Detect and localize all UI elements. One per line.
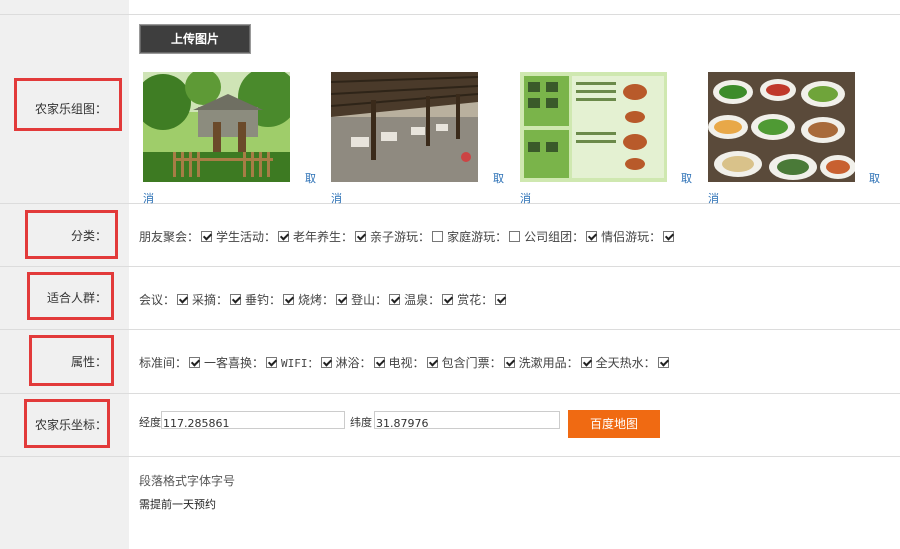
option-bbq: 烧烤： bbox=[298, 291, 348, 308]
option-flowers: 赏花： bbox=[457, 291, 507, 308]
checkbox[interactable] bbox=[586, 231, 598, 242]
cancel-photo-1[interactable]: 取 bbox=[305, 170, 316, 186]
highlight-box-audience bbox=[27, 272, 114, 320]
checkbox[interactable] bbox=[657, 357, 669, 368]
checkbox[interactable] bbox=[336, 294, 348, 305]
cancel-photo-1-cont[interactable]: 消 bbox=[143, 190, 154, 206]
checkbox[interactable] bbox=[177, 294, 189, 305]
checkbox[interactable] bbox=[495, 294, 507, 305]
option-student-activity: 学生活动： bbox=[216, 228, 290, 245]
row-divider bbox=[0, 266, 900, 267]
cancel-photo-2[interactable]: 取 bbox=[493, 170, 504, 186]
cancel-photo-3[interactable]: 取 bbox=[681, 170, 692, 186]
highlight-box-gallery bbox=[14, 78, 122, 131]
option-fishing: 垂钓： bbox=[245, 291, 295, 308]
option-wifi: WIFI： bbox=[281, 355, 332, 371]
row-divider bbox=[0, 456, 900, 457]
cancel-photo-4[interactable]: 取 bbox=[869, 170, 880, 186]
checkbox[interactable] bbox=[320, 357, 332, 368]
cancel-photo-2-cont[interactable]: 消 bbox=[331, 190, 342, 206]
option-hot-water: 全天热水： bbox=[596, 354, 669, 371]
checkbox[interactable] bbox=[189, 357, 201, 368]
checkbox[interactable] bbox=[426, 357, 438, 368]
option-company-group: 公司组团： bbox=[524, 228, 598, 245]
checkbox[interactable] bbox=[373, 357, 385, 368]
option-hiking: 登山： bbox=[351, 291, 401, 308]
cancel-photo-3-cont[interactable]: 消 bbox=[520, 190, 531, 206]
option-elderly-wellness: 老年养生： bbox=[293, 228, 367, 245]
category-options: 朋友聚会： 学生活动： 老年养生： 亲子游玩： 家庭游玩： 公司组团： 情侣游玩… bbox=[139, 228, 678, 245]
option-parent-child: 亲子游玩： bbox=[370, 228, 444, 245]
highlight-box-attributes bbox=[29, 335, 114, 386]
option-hot-spring: 温泉： bbox=[404, 291, 454, 308]
checkbox[interactable] bbox=[509, 231, 521, 242]
highlight-box-category bbox=[25, 210, 118, 259]
checkbox[interactable] bbox=[355, 231, 367, 242]
checkbox[interactable] bbox=[663, 231, 675, 242]
checkbox[interactable] bbox=[266, 357, 278, 368]
latitude-input[interactable]: 31.87976 bbox=[374, 411, 560, 429]
checkbox[interactable] bbox=[230, 294, 242, 305]
attribute-options: 标准间： 一客喜换： WIFI： 淋浴： 电视： 包含门票： 洗漱用品： 全天热… bbox=[139, 354, 673, 371]
option-tickets: 包含门票： bbox=[442, 354, 515, 371]
row-divider bbox=[0, 14, 900, 15]
baidu-map-button[interactable]: 百度地图 bbox=[568, 410, 660, 438]
checkbox[interactable] bbox=[278, 231, 290, 242]
garden-photo bbox=[143, 72, 290, 182]
highlight-box-coords bbox=[24, 399, 110, 448]
option-linen-change: 一客喜换： bbox=[204, 354, 278, 371]
option-standard-room: 标准间： bbox=[139, 354, 201, 371]
checkbox[interactable] bbox=[283, 294, 295, 305]
option-toiletries: 洗漱用品： bbox=[519, 354, 592, 371]
longitude-label: 经度 bbox=[139, 416, 161, 429]
row-divider bbox=[0, 393, 900, 394]
option-friends-gathering: 朋友聚会： bbox=[139, 228, 213, 245]
dishes-photo bbox=[708, 72, 855, 182]
editor-toolbar[interactable]: 段落格式字体字号 bbox=[139, 472, 235, 489]
row-divider bbox=[0, 329, 900, 330]
option-family-trip: 家庭游玩： bbox=[447, 228, 521, 245]
option-shower: 淋浴： bbox=[336, 354, 385, 371]
cancel-photo-4-cont[interactable]: 消 bbox=[708, 190, 719, 206]
menu-photo bbox=[520, 72, 667, 182]
latitude-label: 纬度 bbox=[350, 416, 372, 429]
checkbox[interactable] bbox=[503, 357, 515, 368]
checkbox[interactable] bbox=[432, 231, 444, 242]
option-couples: 情侣游玩： bbox=[601, 228, 675, 245]
row-divider bbox=[0, 203, 900, 204]
checkbox[interactable] bbox=[389, 294, 401, 305]
option-meeting: 会议： bbox=[139, 291, 189, 308]
pavilion-photo bbox=[331, 72, 478, 182]
checkbox[interactable] bbox=[442, 294, 454, 305]
editor-content[interactable]: 需提前一天预约 bbox=[139, 496, 216, 512]
upload-image-button[interactable]: 上传图片 bbox=[139, 24, 251, 54]
checkbox[interactable] bbox=[201, 231, 213, 242]
longitude-input[interactable]: 117.285861 bbox=[161, 411, 345, 429]
option-tv: 电视： bbox=[389, 354, 438, 371]
checkbox[interactable] bbox=[580, 357, 592, 368]
option-picking: 采摘： bbox=[192, 291, 242, 308]
audience-options: 会议： 采摘： 垂钓： 烧烤： 登山： 温泉： 赏花： bbox=[139, 291, 510, 308]
